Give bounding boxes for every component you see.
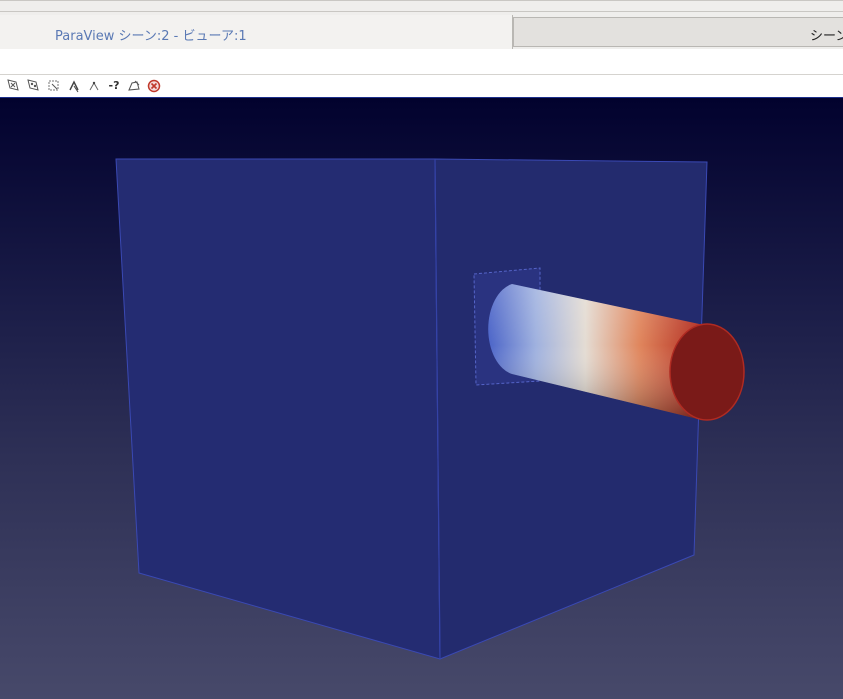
tab-scene-label: シーン [810,29,843,44]
tab-viewer-1[interactable]: ParaView シーン:2 - ビューア:1 [0,15,513,49]
select-cells-on-icon[interactable] [6,78,22,94]
tab-bar-top-divider [0,11,843,12]
tab-scene[interactable]: シーン [513,17,843,47]
select-cells-frustum-icon[interactable] [46,78,62,94]
render-view-3d[interactable] [0,98,843,699]
tab-viewer-1-label: ParaView シーン:2 - ビューア:1 [55,29,247,44]
select-points-on-icon[interactable] [26,78,42,94]
view-toolbar: -? [0,74,843,99]
interactive-select-points-icon[interactable] [86,78,102,94]
paraview-window: ParaView シーン:2 - ビューア:1 シーン -? [0,0,843,699]
cylinder-end-cap [669,323,745,421]
cube-left-face [115,158,441,660]
select-cells-polygon-icon[interactable] [126,78,142,94]
scene-canvas [115,158,745,660]
clear-selection-icon[interactable] [146,78,162,94]
hover-query-icon[interactable]: -? [106,78,122,94]
view-tab-bar: ParaView シーン:2 - ビューア:1 シーン [0,0,843,49]
interactive-select-cells-icon[interactable] [66,78,82,94]
